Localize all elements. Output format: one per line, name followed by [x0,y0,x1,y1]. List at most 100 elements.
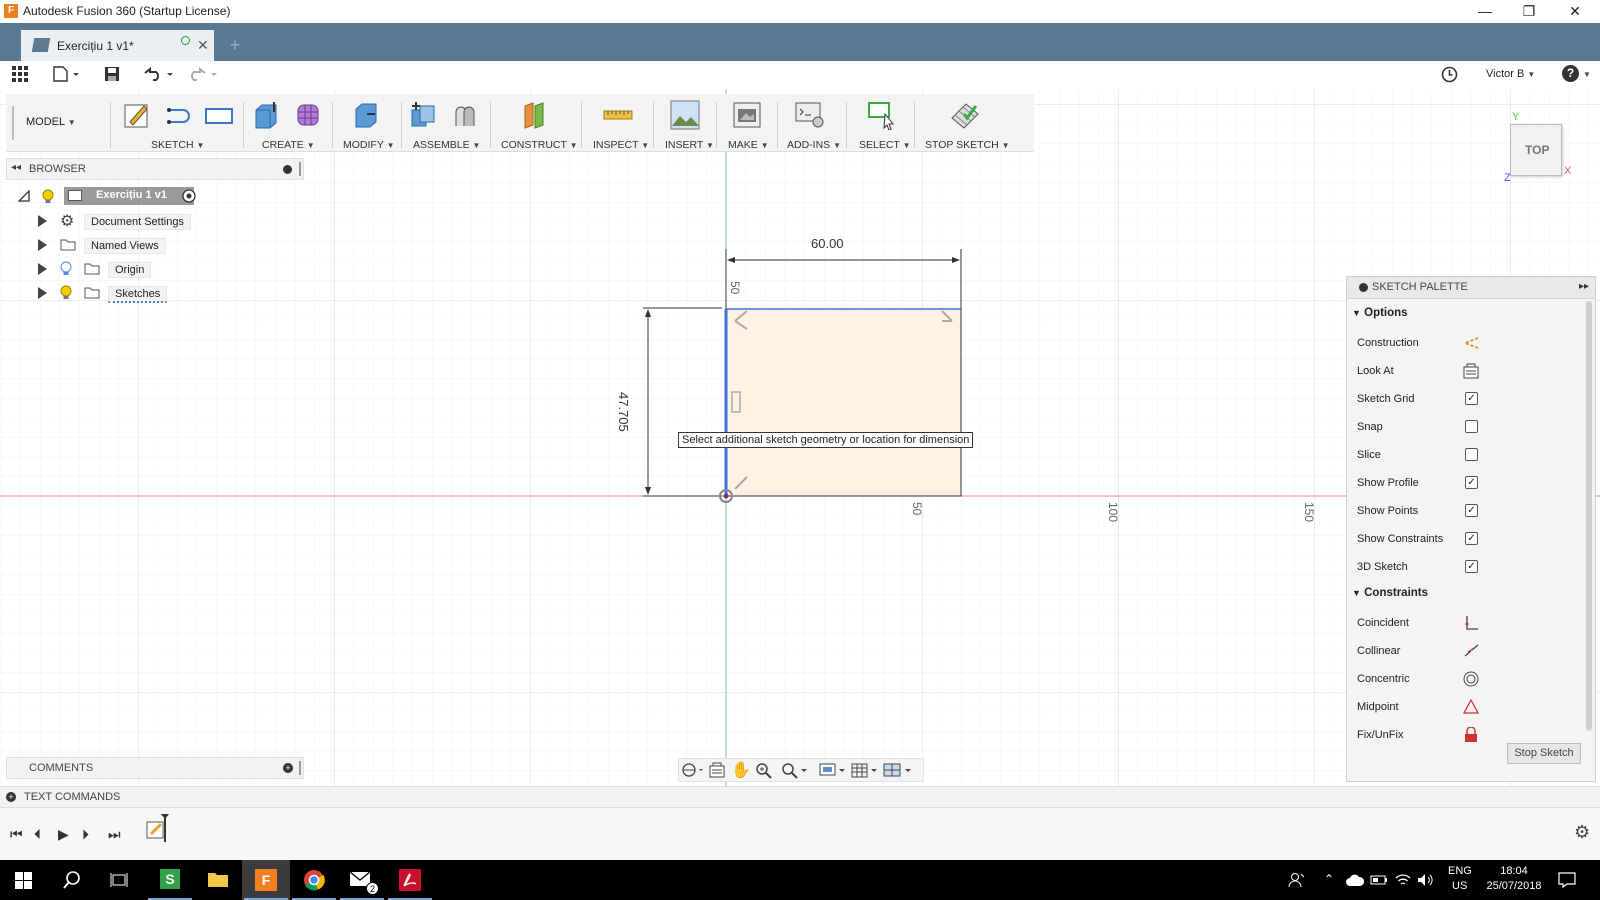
zoom-window-icon[interactable] [781,762,809,780]
taskbar-file-explorer[interactable] [194,860,242,900]
inspect-menu[interactable]: INSPECT ▼ [593,139,649,151]
option-snap[interactable]: Snap [1347,414,1585,441]
palette-pin-icon[interactable] [1359,283,1368,292]
constraint-concentric[interactable]: Concentric [1347,666,1585,693]
palette-expand-icon[interactable]: ▸▸ [1579,281,1589,292]
browser-root-row[interactable]: Exercițiu 1 v1 [18,186,238,208]
apps-grid-icon[interactable] [12,66,29,83]
step-back-icon[interactable]: ⏴ [34,826,41,843]
palette-scrollbar[interactable] [1586,301,1592,731]
battery-icon[interactable] [1370,872,1388,888]
form-icon[interactable] [294,100,324,130]
close-window-button[interactable]: ✕ [1552,0,1598,23]
restore-button[interactable]: ❐ [1506,0,1552,23]
orbit-icon[interactable] [681,762,705,778]
expand-text-commands-icon[interactable]: + [6,792,16,802]
option-sketch-grid[interactable]: Sketch Grid ✓ [1347,386,1585,413]
measure-icon[interactable] [603,100,633,130]
play-icon[interactable]: ▶ [58,826,69,843]
select-menu[interactable]: SELECT ▼ [859,139,911,151]
browser-item-origin[interactable]: Origin [38,258,238,280]
add-comment-icon[interactable]: + [283,763,293,773]
create-menu[interactable]: CREATE ▼ [262,139,315,151]
minimize-button[interactable]: — [1462,0,1508,23]
go-to-start-icon[interactable]: ⏮ [10,826,23,843]
expand-triangle-icon[interactable] [38,263,47,275]
task-view-icon[interactable] [110,872,128,888]
option-look-at[interactable]: Look At [1347,358,1585,385]
stop-sketch-icon[interactable] [950,100,980,130]
clock[interactable]: 18:04 25/07/2018 [1484,865,1544,892]
lightbulb-icon[interactable] [60,285,72,301]
line-tool-icon[interactable] [163,100,193,130]
taskbar-mail[interactable]: 2 [338,860,386,900]
help-icon[interactable]: ? [1562,65,1579,82]
go-to-end-icon[interactable]: ⏭ [108,826,121,843]
redo-icon[interactable] [187,67,221,81]
extrude-icon[interactable] [252,100,282,130]
view-cube[interactable]: TOP [1510,124,1562,176]
timeline-settings-gear-icon[interactable]: ⚙ [1574,822,1590,843]
modify-menu[interactable]: MODIFY ▼ [343,139,395,151]
help-caret-icon[interactable]: ▼ [1583,68,1591,80]
grid-snaps-icon[interactable] [851,762,879,780]
comments-resize-handle[interactable] [299,761,301,775]
show-points-checkbox[interactable]: ✓ [1465,504,1478,517]
action-center-icon[interactable] [1558,872,1576,888]
option-show-points[interactable]: Show Points ✓ [1347,498,1585,525]
option-construction[interactable]: Construction [1347,330,1585,357]
joint-icon[interactable] [450,100,480,130]
expanded-triangle-icon[interactable] [18,190,30,202]
sketch-palette-header[interactable]: SKETCH PALETTE ▸▸ [1347,277,1595,299]
input-language[interactable]: ENG US [1448,865,1472,892]
offset-plane-icon[interactable] [520,100,550,130]
undo-icon[interactable] [143,67,177,81]
comments-panel-header[interactable]: COMMENTS + [6,757,304,779]
press-pull-icon[interactable] [351,100,381,130]
make-menu[interactable]: MAKE ▼ [728,139,769,151]
text-commands-bar[interactable]: + TEXT COMMANDS [0,786,1600,808]
scripts-addins-icon[interactable] [795,100,825,130]
save-icon[interactable] [104,66,120,82]
show-hidden-icons[interactable]: ⌃ [1324,872,1334,886]
search-icon[interactable] [63,871,81,889]
options-section-header[interactable]: ▼ Options [1352,307,1408,319]
document-tab[interactable]: Exercițiu 1 v1* ✕ [21,30,214,61]
onedrive-cloud-icon[interactable] [1346,873,1364,887]
lock-icon[interactable] [1464,727,1478,743]
midpoint-icon[interactable] [1463,699,1479,715]
option-slice[interactable]: Slice [1347,442,1585,469]
expand-triangle-icon[interactable] [38,215,47,227]
addins-menu[interactable]: ADD-INS ▼ [787,139,841,151]
insert-image-icon[interactable] [670,100,700,130]
insert-menu[interactable]: INSERT ▼ [665,139,714,151]
zoom-icon[interactable] [755,762,773,780]
file-menu-icon[interactable] [53,66,81,82]
concentric-icon[interactable] [1463,671,1479,687]
user-menu[interactable]: Victor B ▼ [1486,68,1535,80]
stop-sketch-button[interactable]: Stop Sketch [1507,743,1581,764]
construction-icon[interactable] [1463,336,1479,350]
taskbar-fusion-360[interactable]: F [242,860,290,900]
look-at-nav-icon[interactable] [709,762,725,778]
browser-item-document-settings[interactable]: ⚙ Document Settings [38,210,238,232]
new-tab-button[interactable]: + [224,34,246,56]
lightbulb-off-icon[interactable] [60,261,72,277]
select-icon[interactable] [867,100,897,130]
close-tab-button[interactable]: ✕ [197,37,209,54]
snap-checkbox[interactable] [1465,420,1478,433]
collapse-browser-icon[interactable]: ◂◂ [11,162,21,173]
browser-item-named-views[interactable]: Named Views [38,234,238,256]
browser-panel-header[interactable]: ◂◂ BROWSER [6,158,304,180]
step-forward-icon[interactable]: ⏵ [82,826,89,843]
create-sketch-icon[interactable] [122,100,152,130]
show-profile-checkbox[interactable]: ✓ [1465,476,1478,489]
volume-icon[interactable] [1416,872,1434,888]
taskbar-app-s[interactable]: S [146,860,194,900]
3d-print-icon[interactable] [732,100,762,130]
expand-triangle-icon[interactable] [38,239,47,251]
constraint-midpoint[interactable]: Midpoint [1347,694,1585,721]
job-status-icon[interactable] [1441,66,1458,83]
sketch-grid-checkbox[interactable]: ✓ [1465,392,1478,405]
browser-resize-handle[interactable] [299,162,301,176]
